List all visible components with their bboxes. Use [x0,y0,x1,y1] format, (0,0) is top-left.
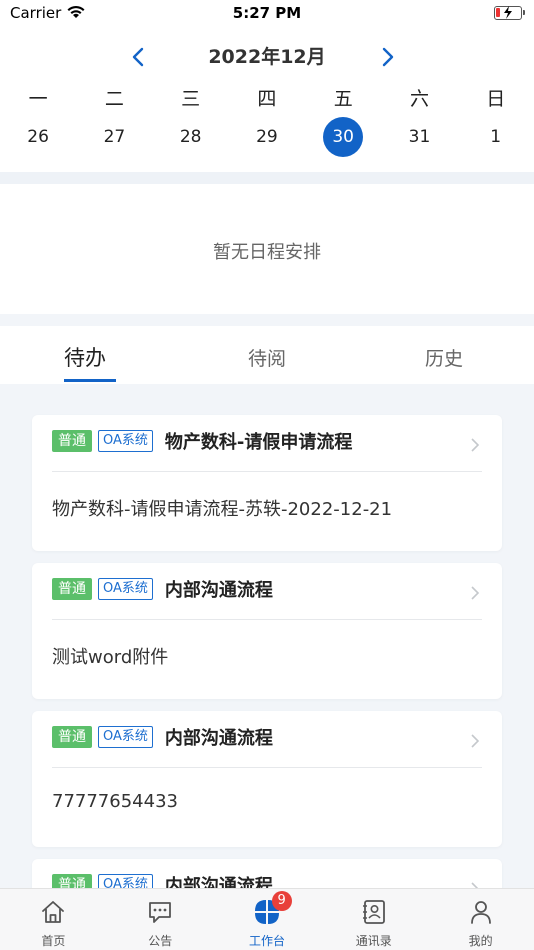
task-card[interactable]: 普通 OA系统 内部沟通流程 77777654433 [32,711,502,847]
status-bar: Carrier 5:27 PM [0,0,534,28]
user-icon [470,901,491,924]
nav-notice-label: 公告 [148,934,173,948]
date-cell[interactable]: 26 [0,118,76,156]
weekday-label: 一 [28,88,48,110]
priority-badge: 普通 [52,874,92,888]
chevron-right-icon [471,586,480,600]
weekday-label: 日 [486,88,506,110]
tab-todo[interactable]: 待办 [64,342,106,372]
date-cell[interactable]: 29 [229,118,305,156]
tab-toread[interactable]: 待阅 [248,344,286,371]
bottom-nav: 首页 公告 9 工作台 通讯录 我的 [0,888,534,950]
schedule-panel: 暂无日程安排 [0,184,534,314]
notification-badge: 9 [271,891,292,911]
weekday-row: 一 二 三 四 五 六 日 [0,84,534,111]
nav-workbench-label: 工作台 [248,934,285,948]
nav-notice[interactable]: 公告 [107,889,214,950]
date-cell[interactable]: 30 [305,117,381,157]
task-card[interactable]: 普通 OA系统 内部沟通流程 测试word附件 [32,563,502,699]
priority-badge: 普通 [52,726,92,748]
task-card[interactable]: 普通 OA系统 内部沟通流程 [32,859,502,888]
task-description: 测试word附件 [52,647,169,668]
weekday-label: 二 [104,88,124,110]
task-tabs: 待办 待阅 历史 [0,326,534,384]
month-title: 2022年12月 [208,46,326,68]
nav-contacts[interactable]: 通讯录 [320,889,427,950]
task-title: 内部沟通流程 [164,876,273,888]
task-title: 物产数科-请假申请流程 [164,432,353,453]
tab-history[interactable]: 历史 [425,344,463,371]
priority-badge: 普通 [52,578,92,600]
task-title: 内部沟通流程 [164,580,273,601]
status-time: 5:27 PM [232,4,302,22]
next-month-button[interactable] [380,46,396,68]
battery-icon [494,6,525,20]
nav-home-label: 首页 [41,934,66,948]
task-description: 物产数科-请假申请流程-苏轶-2022-12-21 [52,499,393,520]
task-card[interactable]: 普通 OA系统 物产数科-请假申请流程 物产数科-请假申请流程-苏轶-2022-… [32,415,502,551]
task-title: 内部沟通流程 [164,728,273,749]
nav-workbench[interactable]: 9 工作台 [214,889,321,950]
active-tab-indicator [64,379,116,382]
empty-schedule-text: 暂无日程安排 [213,242,321,263]
date-cell[interactable]: 1 [458,118,534,156]
system-badge: OA系统 [98,578,153,600]
divider [52,471,482,472]
task-list[interactable]: 普通 OA系统 物产数科-请假申请流程 物产数科-请假申请流程-苏轶-2022-… [0,384,534,888]
nav-mine[interactable]: 我的 [427,889,534,950]
nav-contacts-label: 通讯录 [355,934,392,948]
calendar-separator [0,172,534,184]
system-badge: OA系统 [98,874,153,888]
task-description: 77777654433 [52,791,178,812]
divider [52,767,482,768]
date-cell[interactable]: 27 [76,118,152,156]
date-row: 26 27 28 29 30 31 1 [0,117,534,157]
chevron-right-icon [471,734,480,748]
date-cell[interactable]: 31 [381,118,457,156]
weekday-label: 五 [333,88,353,110]
divider [52,619,482,620]
date-cell[interactable]: 28 [153,118,229,156]
home-icon [42,901,65,923]
chevron-right-icon [471,882,479,888]
nav-mine-label: 我的 [468,934,493,948]
nav-home[interactable]: 首页 [0,889,107,950]
priority-badge: 普通 [52,430,92,452]
calendar: 2022年12月 一 二 三 四 五 六 日 26 27 28 29 30 31… [0,28,534,172]
weekday-label: 六 [409,88,429,110]
chevron-right-icon [471,438,480,452]
system-badge: OA系统 [98,430,153,452]
contacts-icon [362,900,385,924]
system-badge: OA系统 [98,726,153,748]
weekday-label: 四 [257,88,277,110]
message-icon [149,902,172,923]
weekday-label: 三 [181,88,201,110]
